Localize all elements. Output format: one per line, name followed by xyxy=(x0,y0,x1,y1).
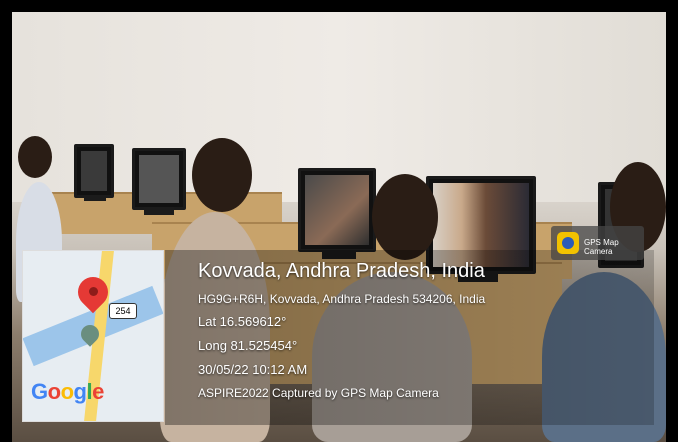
badge-label: GPS Map Camera xyxy=(584,238,619,256)
gps-map-camera-badge: GPS Map Camera xyxy=(551,226,644,260)
map-pin-center xyxy=(89,287,98,296)
gps-map-camera-icon xyxy=(557,232,579,254)
monitor xyxy=(74,144,114,198)
location-title: Kovvada, Andhra Pradesh, India xyxy=(198,260,485,282)
datetime-text: 30/05/22 10:12 AM xyxy=(198,362,308,377)
monitor-stand xyxy=(144,207,174,215)
monitor xyxy=(298,168,376,252)
gps-info-panel: Kovvada, Andhra Pradesh, India HG9G+R6H,… xyxy=(173,252,653,424)
address-text: HG9G+R6H, Kovvada, Andhra Pradesh 534206… xyxy=(198,292,486,306)
map-thumbnail: 254 Google xyxy=(22,250,164,422)
google-logo: Google xyxy=(31,379,104,404)
monitor xyxy=(132,148,186,210)
caption-text: ASPIRE2022 Captured by GPS Map Camera xyxy=(198,386,439,400)
longitude-text: Long 81.525454° xyxy=(198,338,298,353)
person-left-head xyxy=(18,136,52,178)
road-shield-label: 254 xyxy=(109,303,137,319)
person-center-head xyxy=(192,138,252,212)
monitor-stand xyxy=(84,195,106,201)
latitude-text: Lat 16.569612° xyxy=(198,314,287,329)
person-front-head xyxy=(372,174,438,260)
